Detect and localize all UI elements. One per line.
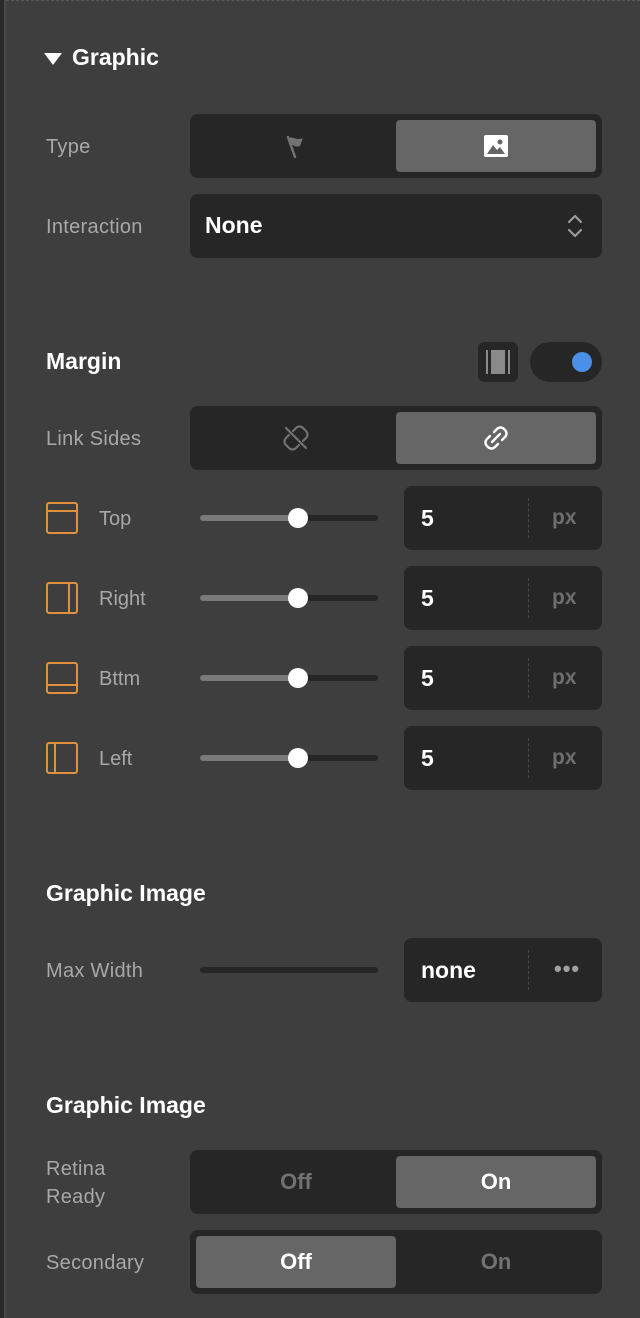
secondary-on-button[interactable]: On xyxy=(396,1236,596,1288)
margin-top-value: 5 xyxy=(421,505,434,531)
secondary-off-button[interactable]: Off xyxy=(196,1236,396,1288)
margin-mode-button[interactable] xyxy=(478,342,518,382)
type-segmented-control xyxy=(190,114,602,178)
margin-right-input[interactable]: 5 px xyxy=(404,566,602,630)
slider-fill xyxy=(200,595,298,601)
section-title-graphic[interactable]: Graphic xyxy=(72,44,159,71)
type-flag-button[interactable] xyxy=(196,120,396,172)
retina-on-button[interactable]: On xyxy=(396,1156,596,1208)
margin-left-icon xyxy=(46,742,78,774)
max-width-input[interactable]: none ••• xyxy=(404,938,602,1002)
secondary-segmented-control: Off On xyxy=(190,1230,602,1294)
input-divider xyxy=(528,498,529,538)
margin-top-icon xyxy=(46,502,78,534)
slider-thumb[interactable] xyxy=(287,508,308,528)
margin-right-value: 5 xyxy=(421,585,434,611)
image-icon xyxy=(484,135,508,157)
margin-bottom-label: Bttm xyxy=(99,668,141,690)
unlink-sides-button[interactable] xyxy=(196,412,396,464)
collapse-triangle-icon[interactable] xyxy=(44,53,62,65)
flag-icon xyxy=(286,135,303,159)
interaction-select[interactable]: None xyxy=(190,194,602,258)
retina-label-line1: Retina xyxy=(46,1158,106,1180)
retina-off-button[interactable]: Off xyxy=(196,1156,396,1208)
margin-top-slider[interactable] xyxy=(200,508,378,528)
link-sides-label: Link Sides xyxy=(46,428,142,450)
link-icon xyxy=(484,426,508,450)
section-title-graphic-image: Graphic Image xyxy=(46,880,206,906)
panel-top-divider xyxy=(6,0,640,2)
input-divider xyxy=(528,738,529,778)
slider-fill xyxy=(200,675,298,681)
margin-bottom-icon xyxy=(46,662,78,694)
link-sides-button[interactable] xyxy=(396,412,596,464)
toggle-knob xyxy=(572,352,592,372)
margin-top-unit[interactable]: px xyxy=(552,506,577,530)
input-divider xyxy=(528,578,529,618)
slider-thumb[interactable] xyxy=(287,588,308,608)
interaction-label: Interaction xyxy=(46,216,143,238)
margin-left-input[interactable]: 5 px xyxy=(404,726,602,790)
slider-thumb[interactable] xyxy=(287,748,308,768)
secondary-label: Secondary xyxy=(46,1252,145,1274)
unlink-icon xyxy=(283,425,309,451)
margin-bottom-slider[interactable] xyxy=(200,668,378,688)
type-label: Type xyxy=(46,136,91,158)
margin-spacing-icon xyxy=(486,350,510,374)
input-divider xyxy=(528,950,529,990)
margin-left-unit[interactable]: px xyxy=(552,746,577,770)
chevron-up-down-icon xyxy=(567,214,583,238)
retina-segmented-control: Off On xyxy=(190,1150,602,1214)
slider-fill xyxy=(200,755,298,761)
margin-right-unit[interactable]: px xyxy=(552,586,577,610)
margin-right-label: Right xyxy=(99,588,146,610)
more-options-icon[interactable]: ••• xyxy=(554,956,580,982)
margin-left-label: Left xyxy=(99,748,133,770)
max-width-slider[interactable] xyxy=(200,967,378,973)
panel-left-border-inner xyxy=(4,0,6,1318)
margin-top-input[interactable]: 5 px xyxy=(404,486,602,550)
interaction-select-value: None xyxy=(205,212,263,238)
margin-bottom-unit[interactable]: px xyxy=(552,666,577,690)
section-title-margin: Margin xyxy=(46,348,122,374)
margin-bottom-value: 5 xyxy=(421,665,434,691)
margin-top-label: Top xyxy=(99,508,132,530)
max-width-value: none xyxy=(421,957,476,983)
slider-thumb[interactable] xyxy=(287,668,308,688)
type-image-button[interactable] xyxy=(396,120,596,172)
link-sides-segmented-control xyxy=(190,406,602,470)
slider-fill xyxy=(200,515,298,521)
input-divider xyxy=(528,658,529,698)
margin-right-slider[interactable] xyxy=(200,588,378,608)
margin-toggle[interactable] xyxy=(530,342,602,382)
margin-right-icon xyxy=(46,582,78,614)
max-width-label: Max Width xyxy=(46,960,144,982)
margin-bottom-input[interactable]: 5 px xyxy=(404,646,602,710)
margin-left-value: 5 xyxy=(421,745,434,771)
margin-left-slider[interactable] xyxy=(200,748,378,768)
retina-label-line2: Ready xyxy=(46,1186,106,1208)
section-title-graphic-image-2: Graphic Image xyxy=(46,1092,206,1118)
